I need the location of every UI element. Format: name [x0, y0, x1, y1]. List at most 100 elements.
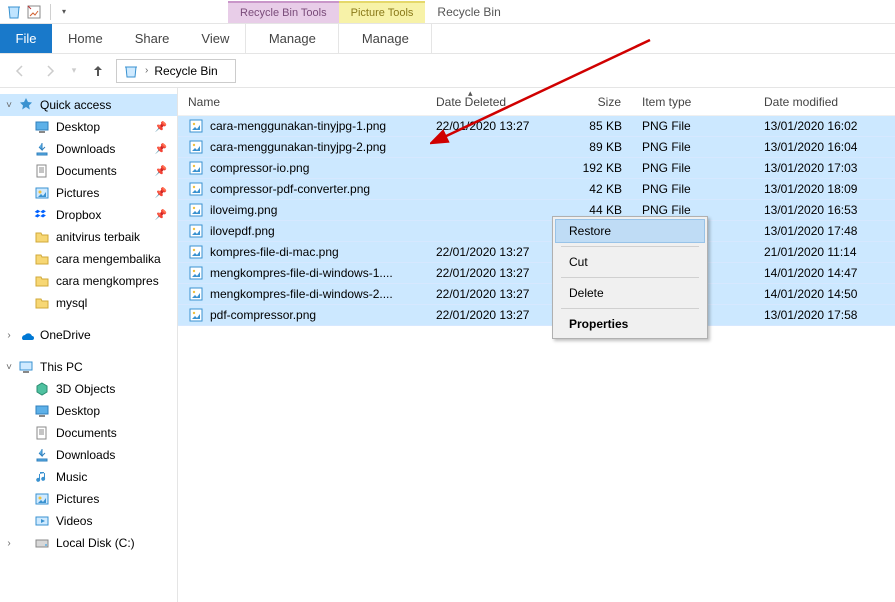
column-header-date-modified[interactable]: Date modified — [754, 88, 894, 115]
image-file-icon — [188, 223, 204, 239]
sidebar-item-mysql[interactable]: mysql — [0, 292, 177, 314]
sidebar-onedrive[interactable]: › OneDrive — [0, 324, 177, 346]
file-row[interactable]: mengkompres-file-di-windows-1....22/01/2… — [178, 263, 895, 284]
sidebar-item-dropbox[interactable]: Dropbox📌 — [0, 204, 177, 226]
chevron-down-icon[interactable]: ˅ — [4, 100, 14, 111]
file-name: cara-menggunakan-tinyjpg-2.png — [210, 140, 386, 154]
file-row[interactable]: compressor-pdf-converter.png42 KBPNG Fil… — [178, 179, 895, 200]
folder-icon — [34, 251, 50, 267]
file-size: 85 KB — [562, 119, 632, 133]
sidebar-item-downloads[interactable]: Downloads📌 — [0, 138, 177, 160]
context-restore[interactable]: Restore — [555, 219, 705, 243]
column-header-date-deleted[interactable]: Date Deleted — [426, 88, 562, 115]
nav-recent-dropdown[interactable]: ▾ — [68, 59, 80, 83]
file-name: cara-menggunakan-tinyjpg-1.png — [210, 119, 386, 133]
documents-icon — [34, 425, 50, 441]
sidebar-item-label: Documents — [56, 164, 117, 178]
pin-icon: 📌 — [155, 144, 167, 155]
sidebar-item-label: Quick access — [40, 98, 111, 112]
file-date-modified: 14/01/2020 14:47 — [754, 266, 894, 280]
sidebar-quick-access[interactable]: ˅ Quick access — [0, 94, 177, 116]
image-file-icon — [188, 265, 204, 281]
manage-rb-tab[interactable]: Manage — [246, 24, 338, 53]
column-header-name[interactable]: Name — [178, 88, 426, 115]
sidebar-item-documents[interactable]: Documents 📌 — [0, 160, 177, 182]
file-row[interactable]: cara-menggunakan-tinyjpg-1.png22/01/2020… — [178, 116, 895, 137]
home-tab[interactable]: Home — [52, 24, 119, 53]
sidebar-item-label: anitvirus terbaik — [56, 230, 140, 244]
file-type: PNG File — [632, 140, 754, 154]
sidebar-item-videos[interactable]: Videos — [0, 510, 177, 532]
file-name-cell: compressor-io.png — [178, 160, 426, 176]
sidebar-item-local-disk-c-[interactable]: ›Local Disk (C:) — [0, 532, 177, 554]
file-date-modified: 14/01/2020 14:50 — [754, 287, 894, 301]
sidebar-item-label: mysql — [56, 296, 87, 310]
sidebar-this-pc[interactable]: ˅ This PC — [0, 356, 177, 378]
file-row[interactable]: iloveimg.png44 KBPNG File13/01/2020 16:5… — [178, 200, 895, 221]
file-row[interactable]: ilovepdf.png38 KBPNG File13/01/2020 17:4… — [178, 221, 895, 242]
image-file-icon — [188, 286, 204, 302]
column-header-size[interactable]: Size — [562, 88, 632, 115]
address-bar[interactable]: › Recycle Bin — [116, 59, 236, 83]
file-row[interactable]: mengkompres-file-di-windows-2....22/01/2… — [178, 284, 895, 305]
file-row[interactable]: pdf-compressor.png22/01/2020 13:2788 KBP… — [178, 305, 895, 326]
sidebar-item-pictures[interactable]: Pictures — [0, 488, 177, 510]
qat-dropdown-icon[interactable]: ▾ — [59, 4, 69, 20]
file-size: 89 KB — [562, 140, 632, 154]
file-size: 192 KB — [562, 161, 632, 175]
file-row[interactable]: kompres-file-di-mac.png22/01/2020 13:276… — [178, 242, 895, 263]
documents-icon — [34, 163, 50, 179]
sort-indicator-icon: ▴ — [468, 88, 473, 99]
music-icon — [34, 469, 50, 485]
sidebar-item-desktop[interactable]: Desktop📌 — [0, 116, 177, 138]
view-tab[interactable]: View — [185, 24, 245, 53]
properties-qat-icon[interactable] — [26, 4, 42, 20]
file-row[interactable]: cara-menggunakan-tinyjpg-2.png 89 KBPNG F… — [178, 137, 895, 158]
file-tab[interactable]: File — [0, 24, 52, 53]
pin-icon: 📌 — [155, 166, 167, 177]
context-delete[interactable]: Delete — [555, 281, 705, 305]
pin-icon: 📌 — [155, 122, 167, 133]
file-date-modified: 21/01/2020 11:14 — [754, 245, 894, 259]
context-properties[interactable]: Properties — [555, 312, 705, 336]
sidebar-item-anitvirus-terbaik[interactable]: anitvirus terbaik — [0, 226, 177, 248]
image-file-icon — [188, 244, 204, 260]
desktop-icon — [34, 119, 50, 135]
sidebar-item-label: Desktop — [56, 404, 100, 418]
image-file-icon — [188, 139, 204, 155]
file-name: compressor-io.png — [210, 161, 309, 175]
share-tab[interactable]: Share — [119, 24, 186, 53]
column-headers: Name Date Deleted Size Item type Date mo… — [178, 88, 895, 116]
sidebar-item-downloads[interactable]: Downloads — [0, 444, 177, 466]
sidebar-item-label: Pictures — [56, 186, 99, 200]
sidebar-item-desktop[interactable]: Desktop — [0, 400, 177, 422]
sidebar-item-music[interactable]: Music — [0, 466, 177, 488]
file-type: PNG File — [632, 182, 754, 196]
sidebar-item-label: cara mengkompres — [56, 274, 159, 288]
sidebar-item-cara-mengembalika[interactable]: cara mengembalika — [0, 248, 177, 270]
ribbon: File Home Share View Manage Manage — [0, 24, 895, 54]
pictures-icon — [34, 185, 50, 201]
nav-forward-button[interactable] — [38, 59, 62, 83]
manage-pic-tab[interactable]: Manage — [339, 24, 431, 53]
file-name: mengkompres-file-di-windows-2.... — [210, 287, 393, 301]
file-type: PNG File — [632, 203, 754, 217]
sidebar-item-cara-mengkompres[interactable]: cara mengkompres — [0, 270, 177, 292]
sidebar-item-pictures[interactable]: Pictures📌 — [0, 182, 177, 204]
chevron-right-icon[interactable]: › — [4, 538, 14, 549]
sidebar-item-documents[interactable]: Documents — [0, 422, 177, 444]
chevron-down-icon[interactable]: ˅ — [4, 362, 14, 373]
nav-up-button[interactable] — [86, 59, 110, 83]
file-date-modified: 13/01/2020 16:04 — [754, 140, 894, 154]
chevron-right-icon[interactable]: › — [4, 330, 14, 341]
column-header-item-type[interactable]: Item type — [632, 88, 754, 115]
image-file-icon — [188, 202, 204, 218]
file-row[interactable]: compressor-io.png192 KBPNG File13/01/202… — [178, 158, 895, 179]
nav-back-button[interactable] — [8, 59, 32, 83]
file-name: ilovepdf.png — [210, 224, 275, 238]
videos-icon — [34, 513, 50, 529]
file-size: 42 KB — [562, 182, 632, 196]
context-cut[interactable]: Cut — [555, 250, 705, 274]
this-pc-icon — [18, 359, 34, 375]
sidebar-item-3d-objects[interactable]: 3D Objects — [0, 378, 177, 400]
